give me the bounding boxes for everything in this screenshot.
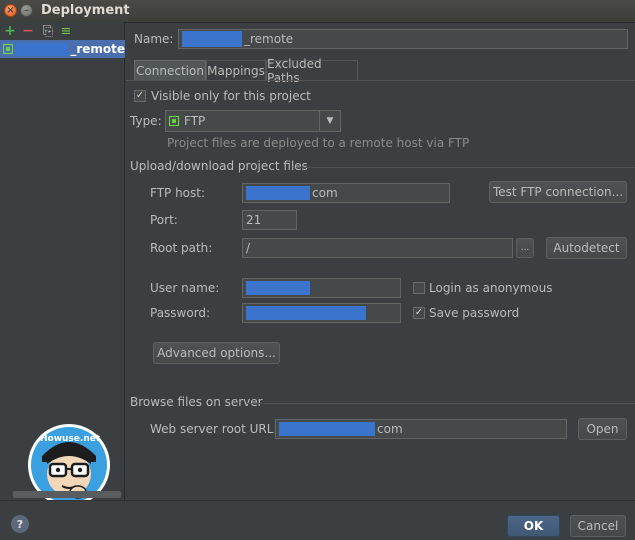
add-icon[interactable]: + xyxy=(3,24,17,38)
tab-divider xyxy=(126,80,635,81)
upload-section-title: Upload/download project files xyxy=(130,159,308,173)
redacted-name xyxy=(182,31,242,47)
browse-section-title: Browse files on server xyxy=(130,395,263,409)
minimize-window-icon[interactable]: – xyxy=(20,4,33,17)
web-root-label: Web server root URL: xyxy=(150,422,278,436)
title-bar: × – Deployment xyxy=(0,0,635,23)
server-list-item[interactable]: _remote xyxy=(0,40,125,58)
server-name-suffix: _remote xyxy=(70,42,125,56)
redacted-password xyxy=(246,306,366,320)
server-list-panel: + − ⎘ ≡ _remote Howuse.net xyxy=(0,22,125,506)
password-input[interactable] xyxy=(242,303,401,323)
test-ftp-connection-button[interactable]: Test FTP connection... xyxy=(489,181,627,203)
redacted-host xyxy=(246,186,310,200)
upload-section-line xyxy=(296,167,635,168)
password-label: Password: xyxy=(150,306,211,320)
name-input[interactable]: _remote xyxy=(178,29,628,49)
close-window-icon[interactable]: × xyxy=(4,4,17,17)
login-anonymous-label: Login as anonymous xyxy=(429,281,553,295)
root-path-input[interactable]: / xyxy=(242,238,513,258)
visible-only-checkbox[interactable]: ✓ xyxy=(134,90,146,102)
window-title: Deployment xyxy=(41,3,130,18)
ftp-host-label: FTP host: xyxy=(150,186,206,200)
advanced-options-button[interactable]: Advanced options... xyxy=(153,342,280,364)
login-anonymous-checkbox[interactable] xyxy=(413,282,425,294)
username-label: User name: xyxy=(150,281,220,295)
ftp-type-icon xyxy=(169,115,180,127)
username-input[interactable] xyxy=(242,278,401,298)
root-path-label: Root path: xyxy=(150,241,213,255)
remove-icon[interactable]: − xyxy=(21,24,35,38)
copy-icon[interactable]: ⎘ xyxy=(41,24,55,38)
web-root-suffix: com xyxy=(377,422,403,436)
port-label: Port: xyxy=(150,213,178,227)
browse-section-line xyxy=(246,403,635,404)
save-password-checkbox[interactable]: ✓ xyxy=(413,307,425,319)
name-label: Name: xyxy=(134,32,174,46)
web-root-input[interactable]: com xyxy=(275,419,567,439)
ftp-host-input[interactable]: com xyxy=(242,183,450,203)
ok-button[interactable]: OK xyxy=(507,515,560,537)
cancel-button[interactable]: Cancel xyxy=(570,515,626,537)
dropdown-arrow-icon: ▼ xyxy=(319,111,340,131)
ftp-host-suffix: com xyxy=(312,186,338,200)
redacted-server-name xyxy=(15,42,69,56)
watermark-text: Howuse.net xyxy=(40,434,101,444)
dialog-footer: ? OK Cancel xyxy=(0,500,635,540)
type-select[interactable]: FTP ▼ xyxy=(165,110,341,132)
ftp-server-icon xyxy=(3,43,14,55)
name-suffix: _remote xyxy=(244,32,294,46)
deployment-settings: Name: _remote Connection Mappings Exclud… xyxy=(126,22,635,500)
browse-root-path-button[interactable]: ... xyxy=(516,238,534,258)
port-input[interactable]: 21 xyxy=(242,210,297,230)
import-icon[interactable]: ≡ xyxy=(59,24,73,38)
autodetect-button[interactable]: Autodetect xyxy=(546,237,627,259)
help-icon[interactable]: ? xyxy=(11,515,29,533)
tab-excluded-paths[interactable]: Excluded Paths xyxy=(266,57,358,85)
redacted-web-root xyxy=(279,422,375,436)
type-value: FTP xyxy=(184,114,206,128)
tab-connection[interactable]: Connection xyxy=(134,60,206,80)
type-hint: Project files are deployed to a remote h… xyxy=(167,136,470,150)
save-password-label: Save password xyxy=(429,306,520,320)
type-label: Type: xyxy=(130,114,162,128)
visible-only-label: Visible only for this project xyxy=(151,89,311,103)
open-button[interactable]: Open xyxy=(578,418,627,440)
tab-mappings[interactable]: Mappings xyxy=(206,60,266,80)
horizontal-scrollbar[interactable] xyxy=(13,491,121,498)
redacted-username xyxy=(246,281,310,295)
